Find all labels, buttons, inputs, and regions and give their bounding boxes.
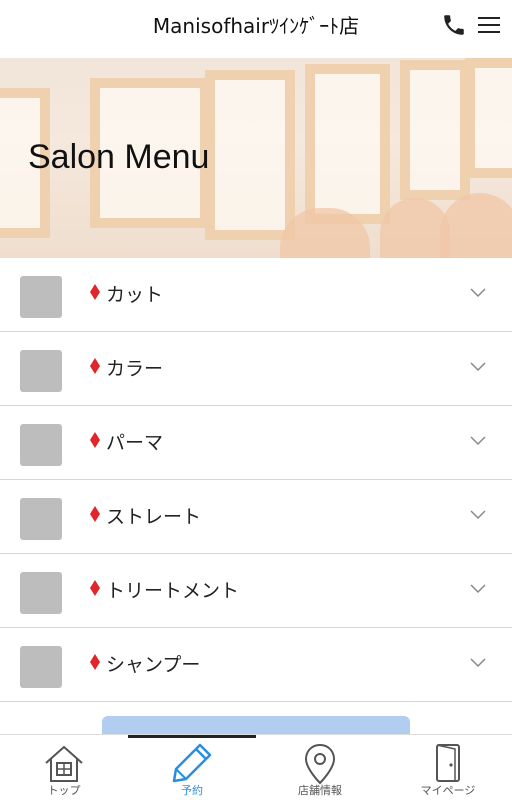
salon-title: Manisofhairﾂｲﾝｹﾞｰﾄ店 xyxy=(152,14,360,38)
diamond-bullet-icon xyxy=(90,358,100,374)
salon-menu-list: カット カラー パーマ ストレート トリートメント シャンプー xyxy=(0,258,512,702)
phone-icon[interactable] xyxy=(441,12,467,38)
menu-item-perm[interactable]: パーマ xyxy=(0,406,512,480)
menu-item-label: カラー xyxy=(106,358,164,380)
menu-item-color[interactable]: カラー xyxy=(0,332,512,406)
page-heading: Salon Menu xyxy=(28,138,210,176)
bottom-tab-bar: トップ 予約 店舗情報 マイページ xyxy=(0,734,512,800)
chevron-down-icon[interactable] xyxy=(470,436,486,446)
menu-item-label: シャンプー xyxy=(106,654,201,676)
tab-label: 予約 xyxy=(181,784,203,797)
diamond-bullet-icon xyxy=(90,506,100,522)
diamond-bullet-icon xyxy=(90,284,100,300)
tab-top[interactable]: トップ xyxy=(0,735,128,800)
menu-item-label: パーマ xyxy=(106,432,164,454)
tab-store-info[interactable]: 店舗情報 xyxy=(256,735,384,800)
app-header: Manisofhairﾂｲﾝｹﾞｰﾄ店 xyxy=(0,0,512,58)
menu-item-straight[interactable]: ストレート xyxy=(0,480,512,554)
tab-label: 店舗情報 xyxy=(298,784,342,797)
menu-item-thumbnail xyxy=(20,572,62,614)
tab-reservation[interactable]: 予約 xyxy=(128,735,256,800)
chevron-down-icon[interactable] xyxy=(470,584,486,594)
home-icon xyxy=(45,745,83,782)
chevron-down-icon[interactable] xyxy=(470,510,486,520)
hamburger-menu-icon[interactable] xyxy=(478,17,500,35)
menu-item-thumbnail xyxy=(20,424,62,466)
menu-item-thumbnail xyxy=(20,646,62,688)
chevron-down-icon[interactable] xyxy=(470,362,486,372)
menu-item-treatment[interactable]: トリートメント xyxy=(0,554,512,628)
menu-item-thumbnail xyxy=(20,350,62,392)
menu-item-shampoo[interactable]: シャンプー xyxy=(0,628,512,702)
menu-item-cut[interactable]: カット xyxy=(0,258,512,332)
chevron-down-icon[interactable] xyxy=(470,288,486,298)
diamond-bullet-icon xyxy=(90,580,100,596)
door-icon xyxy=(436,744,460,782)
diamond-bullet-icon xyxy=(90,432,100,448)
chevron-down-icon[interactable] xyxy=(470,658,486,668)
pencil-icon xyxy=(172,743,212,783)
hero-banner: Salon Menu xyxy=(0,58,512,258)
menu-item-label: ストレート xyxy=(106,506,202,528)
location-pin-icon xyxy=(304,743,336,785)
tab-label: トップ xyxy=(47,784,81,797)
menu-item-label: カット xyxy=(106,284,164,306)
menu-item-thumbnail xyxy=(20,498,62,540)
tab-label: マイページ xyxy=(420,784,476,797)
diamond-bullet-icon xyxy=(90,654,100,670)
menu-item-thumbnail xyxy=(20,276,62,318)
menu-item-label: トリートメント xyxy=(106,580,240,602)
tab-mypage[interactable]: マイページ xyxy=(384,735,512,800)
